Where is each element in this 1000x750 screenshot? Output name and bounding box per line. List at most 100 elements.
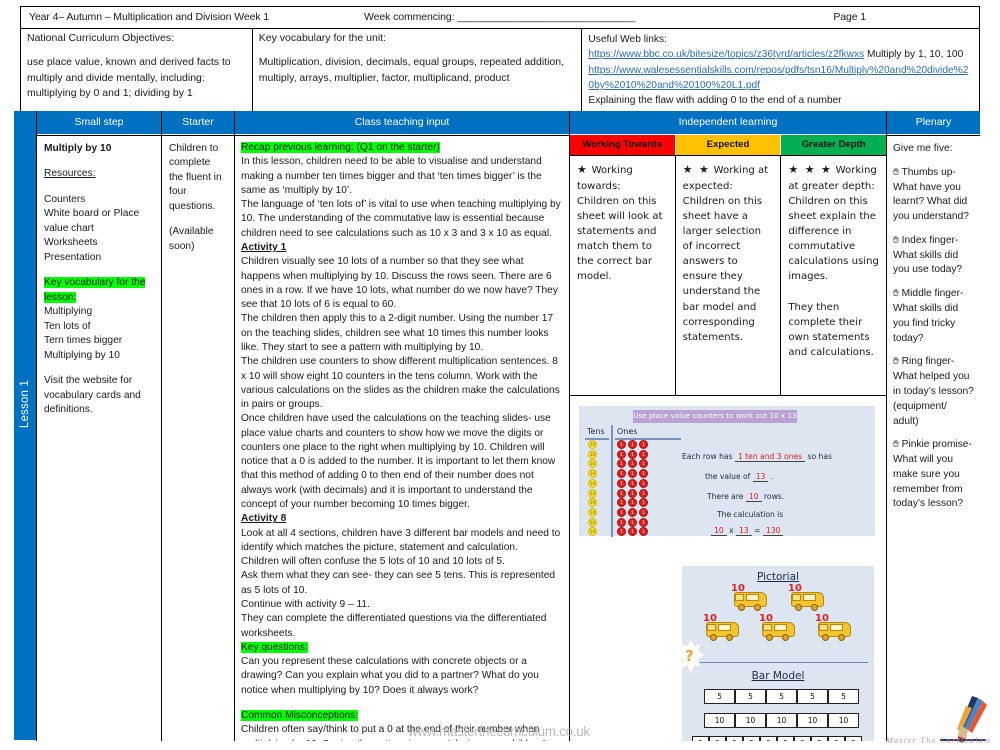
ones-counter: 1 [628, 459, 637, 469]
tens-label: Tens [587, 427, 605, 436]
bar-model-row: 55555 [704, 689, 859, 704]
tens-underline [585, 438, 609, 440]
bar-cell: 10 [828, 713, 859, 728]
bar-cell: 10 [735, 713, 766, 728]
bar-cell: 5 [760, 736, 777, 741]
week-commencing-field[interactable]: Week commencing: _______________________… [364, 11, 635, 23]
pictorial-title: Pictorial [757, 571, 799, 583]
attainment-description-row: ★ Working towards: Children on this shee… [570, 155, 886, 395]
ones-counter: 1 [639, 440, 648, 449]
bar-cell: 10 [766, 713, 797, 728]
hand-icon: ✋︎ [893, 439, 899, 451]
key-vocabulary-title: Key vocabulary for the unit: [258, 32, 387, 44]
place-value-counters-figure: Use place value counters to work out 10 … [579, 406, 875, 537]
column-independent-learning: Independent learning Working Towards Exp… [570, 111, 887, 741]
bar-cell: 5 [735, 689, 766, 704]
pv-line-1-pre: Each row has [682, 452, 733, 461]
web-link-2[interactable]: https://www.walesessentialskills.com/rep… [588, 65, 968, 91]
lesson-key-vocab-heading: Key vocabulary for the lesson: [44, 277, 146, 303]
pv-calc-result: 130 [762, 526, 784, 536]
pv-line-2-pre: the value of [705, 472, 751, 481]
web-link-2-line: https://www.walesessentialskills.com/rep… [588, 63, 973, 94]
activity-1-body: Children visually see 10 lots of a numbe… [241, 256, 560, 511]
web-links-note: Explaining the flaw with adding 0 to the… [588, 95, 842, 107]
activity-8-body: Look at all 4 sections, children have 3 … [241, 527, 561, 639]
independent-image-area: Use place value counters to work out 10 … [570, 395, 886, 741]
hand-icon: ✋︎ [893, 234, 899, 246]
plenary-item-text: Thumbs up- What have you learnt? What di… [893, 166, 969, 223]
bar-cell: 10 [704, 713, 735, 728]
bar-cell: 5 [709, 736, 726, 741]
pv-line-4: The calculation is [717, 510, 784, 519]
lesson-grid: Small step Multiply by 10 Resources: Cou… [36, 111, 980, 741]
page-title: Year 4– Autumn – Multiplication and Divi… [29, 11, 270, 23]
class-teaching-body: Recap previous learning: (Q1 on the star… [235, 135, 569, 741]
hand-icon: ✋︎ [893, 166, 899, 178]
tens-counter: 10 [588, 527, 597, 537]
desc-working-towards: ★ Working towards: Children on this shee… [570, 156, 676, 395]
tens-counter: 10 [588, 440, 597, 449]
activity-8-heading: Activity 8 [241, 513, 287, 525]
plenary-item-text: Ring finger- What helped you in today’s … [893, 356, 974, 427]
web-links-cell: Useful Web links: https://www.bbc.co.uk/… [581, 27, 980, 113]
bus-icon: 10 [758, 613, 798, 642]
ones-counter: 1 [628, 478, 637, 488]
tens-counter: 10 [588, 449, 597, 459]
bar-cell: 5 [794, 736, 811, 741]
ones-counter: 1 [617, 440, 626, 449]
starter-availability: (Available soon) [169, 226, 214, 252]
pv-calc-a: 10 [711, 526, 727, 536]
key-questions-heading: Key questions: [241, 641, 308, 653]
resources-label: Resources: [44, 168, 96, 180]
ones-counter: 1 [617, 507, 626, 517]
tens-counter: 10 [588, 459, 597, 469]
nc-objectives-cell: National Curriculum Objectives: use plac… [20, 27, 253, 113]
ones-counter: 1 [639, 459, 648, 469]
bar-cell: 5 [766, 689, 797, 704]
bar-cell: 5 [811, 736, 828, 741]
nc-objectives-body: use place value, known and derived facts… [27, 56, 231, 100]
star-rating-1: ★ [577, 163, 589, 176]
plenary-item: ✋︎ Thumbs up- What have you learnt? What… [893, 166, 974, 225]
column-header-small-step: Small step [37, 111, 161, 135]
desc-body-3: Children on this sheet explain the diffe… [788, 195, 879, 359]
column-class-teaching: Class teaching input Recap previous lear… [235, 111, 570, 741]
tens-counter: 10 [588, 507, 597, 517]
document-header-row: Year 4– Autumn – Multiplication and Divi… [20, 6, 980, 29]
activity-1-heading: Activity 1 [241, 241, 287, 253]
plenary-item-text: Middle finger- What skills did you find … [893, 288, 964, 344]
lesson-plan-page: Year 4– Autumn – Multiplication and Divi… [0, 0, 1000, 750]
ones-counter: 1 [628, 469, 637, 479]
bar-cell: 5 [845, 736, 862, 741]
ones-counter: 1 [617, 488, 626, 498]
bar-cell: 5 [743, 736, 760, 741]
plenary-item-list: ✋︎ Thumbs up- What have you learnt? What… [893, 166, 974, 512]
pv-line-2-answer: 13 [752, 472, 769, 482]
bar-cell: 5 [704, 689, 735, 704]
starter-text: Children to complete the fluent in four … [169, 143, 222, 212]
pv-calc-eq: = [754, 526, 761, 535]
pv-line-1-post: so has [807, 452, 832, 461]
plenary-intro: Give me five: [893, 143, 953, 154]
pv-line-3-answer: 10 [745, 492, 762, 502]
ones-label: Ones [617, 427, 638, 436]
ones-counter: 1 [639, 478, 648, 488]
key-questions-body: Can you represent these calculations wit… [241, 656, 539, 696]
attainment-band-row: Working Towards Expected Greater Depth [570, 134, 887, 155]
recap-body: In this lesson, children need to be able… [241, 156, 561, 239]
desc-body-1: Children on this sheet will look at stat… [577, 195, 663, 283]
ones-counter: 1 [617, 449, 626, 459]
figure-divider [688, 662, 868, 664]
ones-counter: 1 [617, 498, 626, 508]
bar-model-row: 10 10 10 10 10 [704, 713, 859, 728]
plenary-body: Give me five: ✋︎ Thumbs up- What have yo… [887, 135, 980, 741]
nc-objectives-title: National Curriculum Objectives: [27, 32, 175, 44]
tens-counter: 10 [588, 488, 597, 498]
hand-icon: ✋︎ [893, 288, 899, 300]
independent-content: Working Towards Expected Greater Depth ★… [570, 134, 887, 741]
web-link-1[interactable]: https://www.bbc.co.uk/bitesize/topics/z3… [588, 49, 864, 60]
plenary-item: ✋︎ Index finger- What skills did you use… [893, 234, 974, 278]
web-link-1-line: https://www.bbc.co.uk/bitesize/topics/z3… [588, 47, 973, 62]
bar-model-figure: Pictorial 10 10 10 10 10 ? Bar Model 5 5 5 5 5 10… [678, 566, 874, 741]
bus-icon: 10 [702, 613, 742, 642]
